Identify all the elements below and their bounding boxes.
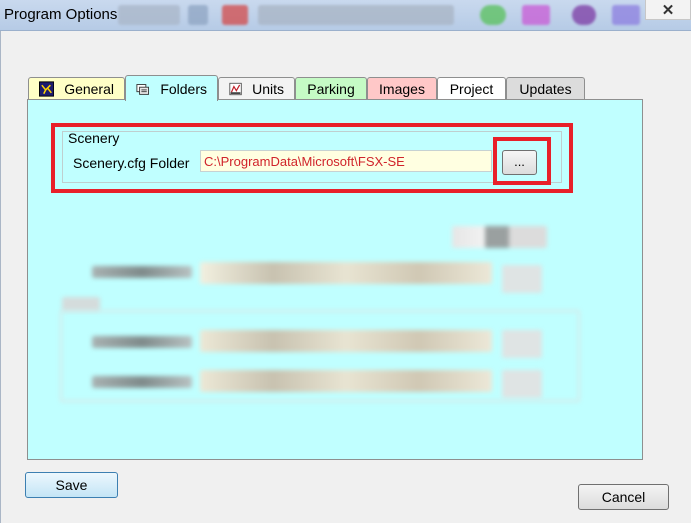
folders-icon	[136, 83, 149, 95]
tab-parking-label: Parking	[307, 81, 355, 97]
scenery-group-label: Scenery	[68, 130, 120, 146]
cancel-button[interactable]: Cancel	[578, 484, 669, 510]
tab-units[interactable]: Units	[218, 77, 295, 100]
browse-folder-button[interactable]: ...	[502, 150, 537, 175]
scenery-cfg-folder-label: Scenery.cfg Folder	[73, 155, 190, 171]
tab-general-label: General	[64, 81, 114, 97]
tab-project[interactable]: Project	[437, 77, 506, 100]
tab-general[interactable]: General	[28, 77, 125, 100]
tab-folders-label: Folders	[160, 80, 207, 97]
tab-project-label: Project	[449, 81, 494, 97]
save-button[interactable]: Save	[25, 472, 118, 498]
tab-updates[interactable]: Updates	[506, 77, 585, 100]
tab-images[interactable]: Images	[367, 77, 437, 100]
tab-strip: General Folders Units Parking Images Pro…	[28, 75, 585, 101]
title-bar: Program Options ✕	[0, 0, 691, 31]
tab-images-label: Images	[379, 81, 425, 97]
window-title: Program Options	[4, 6, 118, 23]
scenery-cfg-folder-input[interactable]	[200, 150, 492, 172]
close-button[interactable]: ✕	[645, 0, 691, 20]
close-icon: ✕	[661, 1, 675, 19]
tab-parking[interactable]: Parking	[295, 77, 367, 100]
tab-updates-label: Updates	[519, 81, 572, 97]
general-icon	[39, 81, 55, 97]
tab-units-label: Units	[252, 81, 284, 97]
tab-folders[interactable]: Folders	[125, 75, 218, 101]
units-icon	[229, 82, 242, 96]
